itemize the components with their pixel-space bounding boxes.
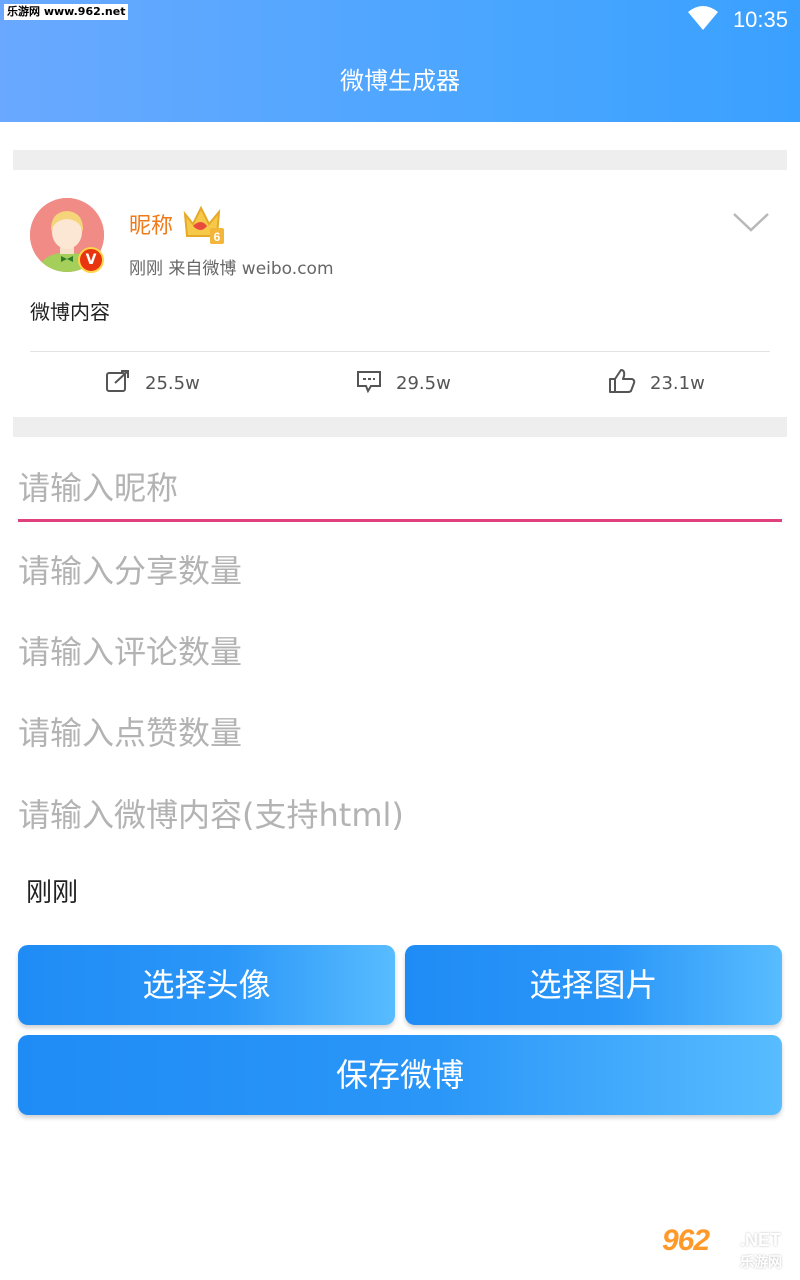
status-bar: 乐游网 www.962.net 10:35 [0, 0, 800, 40]
chevron-down-icon[interactable] [731, 210, 771, 234]
time-selector[interactable]: 刚刚 [26, 872, 78, 909]
comment-count-input[interactable] [18, 619, 782, 685]
verified-badge: V [78, 247, 104, 273]
watermark-logo: 962 [662, 1224, 710, 1257]
share-count-input[interactable] [18, 538, 782, 604]
level-badge: 6 [214, 230, 221, 244]
save-weibo-button[interactable]: 保存微博 [18, 1035, 782, 1115]
nickname-input[interactable] [18, 456, 782, 522]
thumbs-up-icon [608, 368, 636, 399]
divider-strip-bottom [13, 417, 787, 437]
comment-count: 29.5w [396, 372, 451, 394]
card-divider [30, 351, 770, 352]
status-right: 10:35 [687, 4, 788, 36]
weibo-preview-card: V 昵称 6 刚刚 来自微博 weibo.com 微博内容 25.5w 29.5… [13, 170, 787, 416]
share-action[interactable]: 25.5w [105, 368, 200, 398]
divider-strip-top [13, 150, 787, 170]
choose-image-button[interactable]: 选择图片 [405, 945, 782, 1025]
like-count: 23.1w [650, 372, 705, 394]
watermark-label: 乐游网 www.962.net [4, 4, 129, 20]
content-input[interactable] [18, 782, 782, 848]
like-action[interactable]: 23.1w [608, 368, 705, 398]
watermark-net: .NET [740, 1230, 782, 1250]
comment-icon [356, 369, 382, 398]
app-header: 乐游网 www.962.net 10:35 微博生成器 [0, 0, 800, 122]
screen: 乐游网 www.962.net 10:35 微博生成器 V 昵称 6 刚刚 来自… [0, 0, 800, 1280]
crown-icon: 6 [181, 202, 227, 246]
post-content: 微博内容 [30, 300, 110, 324]
page-title: 微博生成器 [340, 67, 460, 95]
share-count: 25.5w [145, 372, 200, 394]
choose-avatar-button[interactable]: 选择头像 [18, 945, 395, 1025]
site-watermark: 962 .NET 乐游网 [662, 1224, 792, 1274]
share-icon [105, 369, 131, 398]
post-meta: 刚刚 来自微博 weibo.com [129, 259, 334, 279]
clock: 10:35 [732, 7, 788, 32]
wifi-icon [687, 5, 719, 35]
nickname: 昵称 [129, 214, 174, 239]
like-count-input[interactable] [18, 700, 782, 766]
watermark-cn: 乐游网 [740, 1254, 782, 1270]
comment-action[interactable]: 29.5w [356, 368, 451, 398]
